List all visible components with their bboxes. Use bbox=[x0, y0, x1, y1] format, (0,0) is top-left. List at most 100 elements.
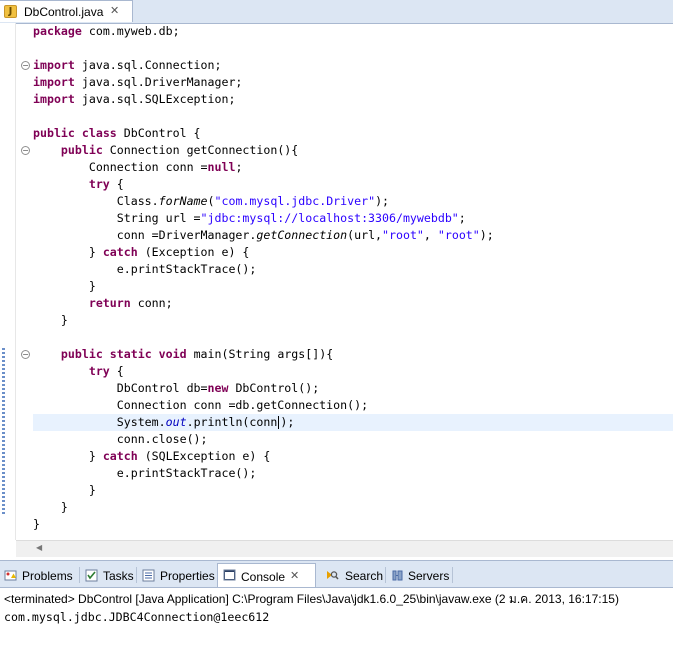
code-text: java.sql.Connection; bbox=[74, 58, 222, 72]
keyword: catch bbox=[102, 449, 138, 463]
code-line: import java.sql.Connection; bbox=[33, 57, 673, 74]
keyword: package bbox=[33, 24, 82, 38]
code-line: e.printStackTrace(); bbox=[33, 465, 673, 482]
code-text: e.printStackTrace(); bbox=[116, 262, 257, 276]
code-text: ); bbox=[479, 228, 494, 242]
code-text: Connection getConnection(){ bbox=[102, 143, 299, 157]
fold-expand-icon[interactable]: − bbox=[21, 350, 30, 359]
tab-servers[interactable]: Servers bbox=[387, 565, 451, 587]
code-text: } bbox=[60, 313, 68, 327]
console-status-header: <terminated> DbControl [Java Application… bbox=[4, 592, 619, 606]
code-text: java.sql.DriverManager; bbox=[74, 75, 243, 89]
keyword: public bbox=[60, 347, 103, 361]
vertical-ruler bbox=[0, 23, 16, 540]
change-marker bbox=[2, 348, 5, 516]
code-text: } bbox=[60, 500, 68, 514]
search-icon bbox=[327, 571, 339, 580]
servers-icon bbox=[392, 570, 403, 581]
code-line: try { bbox=[33, 363, 673, 380]
tab-console[interactable]: Console ✕ bbox=[217, 563, 316, 587]
code-line: String url ="jdbc:mysql://localhost:3306… bbox=[33, 210, 673, 227]
code-text: ; bbox=[235, 160, 243, 174]
bottom-views-panel: Problems Tasks Properties Console ✕ Sear… bbox=[0, 560, 673, 658]
close-icon[interactable]: ✕ bbox=[290, 569, 299, 582]
fold-expand-icon[interactable]: − bbox=[21, 146, 30, 155]
scroll-left-icon[interactable]: ◀ bbox=[36, 543, 42, 552]
code-text: java.sql.SQLException; bbox=[74, 92, 236, 106]
code-text: (SQLException e) { bbox=[137, 449, 271, 463]
code-line: Class.forName("com.mysql.jdbc.Driver"); bbox=[33, 193, 673, 210]
string-literal: "jdbc:mysql://localhost:3306/mywebdb" bbox=[200, 211, 459, 225]
keyword: return bbox=[88, 296, 131, 310]
close-icon[interactable]: ✕ bbox=[110, 4, 119, 17]
code-text: conn; bbox=[130, 296, 173, 310]
tab-properties[interactable]: Properties bbox=[138, 565, 216, 587]
code-text: Connection conn =db.getConnection(); bbox=[116, 398, 369, 412]
properties-icon bbox=[142, 569, 155, 582]
code-text: e.printStackTrace(); bbox=[116, 466, 257, 480]
code-line: } catch (SQLException e) { bbox=[33, 448, 673, 465]
code-text: } bbox=[33, 517, 40, 531]
code-line: } bbox=[33, 312, 673, 329]
keyword: null bbox=[207, 160, 236, 174]
code-text: (url, bbox=[347, 228, 383, 242]
problems-icon bbox=[4, 570, 17, 581]
code-text: } bbox=[88, 449, 103, 463]
code-text: ( bbox=[207, 194, 215, 208]
code-lines: package com.myweb.db; import java.sql.Co… bbox=[33, 23, 673, 533]
tab-search[interactable]: Search bbox=[322, 565, 384, 587]
tab-label: Console bbox=[241, 570, 286, 584]
code-text: ; bbox=[458, 211, 466, 225]
code-text: } bbox=[88, 279, 96, 293]
keyword: import bbox=[33, 75, 75, 89]
tab-label: Servers bbox=[408, 569, 450, 583]
code-text: conn.close(); bbox=[116, 432, 208, 446]
code-text: , bbox=[423, 228, 438, 242]
code-line: } bbox=[33, 516, 673, 533]
keyword: void bbox=[158, 347, 187, 361]
code-line: } bbox=[33, 482, 673, 499]
keyword: import bbox=[33, 58, 75, 72]
string-literal: "root" bbox=[437, 228, 480, 242]
code-line: Connection conn =db.getConnection(); bbox=[33, 397, 673, 414]
editor-tab-bar: J DbControl.java ✕ bbox=[0, 0, 673, 24]
java-file-icon: J bbox=[4, 5, 17, 18]
static-method: forName bbox=[158, 194, 208, 208]
code-line: DbControl db=new DbControl(); bbox=[33, 380, 673, 397]
tab-label: Search bbox=[345, 569, 384, 583]
fold-expand-icon[interactable]: − bbox=[21, 61, 30, 70]
tab-label: Properties bbox=[160, 569, 215, 583]
tasks-icon bbox=[85, 569, 98, 582]
tab-label: Problems bbox=[22, 569, 73, 583]
code-line: public static void main(String args[]){ bbox=[33, 346, 673, 363]
code-line: package com.myweb.db; bbox=[33, 23, 673, 40]
console-icon bbox=[223, 569, 236, 581]
tab-problems[interactable]: Problems bbox=[0, 565, 78, 587]
tab-divider bbox=[385, 567, 386, 583]
code-text: (Exception e) { bbox=[137, 245, 250, 259]
code-area[interactable]: − − − package com.myweb.db; import java.… bbox=[0, 23, 673, 540]
keyword: try bbox=[88, 364, 110, 378]
current-code-line: System.out.println(conn); bbox=[33, 414, 673, 431]
code-line: import java.sql.SQLException; bbox=[33, 91, 673, 108]
code-line: public class DbControl { bbox=[33, 125, 673, 142]
code-text: } bbox=[88, 245, 103, 259]
keyword: public bbox=[33, 126, 75, 140]
code-text: System. bbox=[116, 415, 166, 429]
console-output[interactable]: com.mysql.jdbc.JDBC4Connection@1eec612 bbox=[0, 609, 673, 626]
tab-tasks[interactable]: Tasks bbox=[81, 565, 135, 587]
code-editor: J DbControl.java ✕ − − − package com.myw… bbox=[0, 0, 673, 560]
tab-label: Tasks bbox=[103, 569, 134, 583]
code-line: } catch (Exception e) { bbox=[33, 244, 673, 261]
views-tab-bar: Problems Tasks Properties Console ✕ Sear… bbox=[0, 561, 673, 588]
code-line: conn.close(); bbox=[33, 431, 673, 448]
horizontal-scrollbar[interactable]: ◀ bbox=[16, 540, 673, 557]
code-line: e.printStackTrace(); bbox=[33, 261, 673, 278]
code-line: } bbox=[33, 499, 673, 516]
static-method: getConnection bbox=[256, 228, 348, 242]
code-text: DbControl db= bbox=[116, 381, 208, 395]
code-text: } bbox=[88, 483, 96, 497]
editor-tab-dbcontrol[interactable]: J DbControl.java ✕ bbox=[0, 0, 133, 22]
